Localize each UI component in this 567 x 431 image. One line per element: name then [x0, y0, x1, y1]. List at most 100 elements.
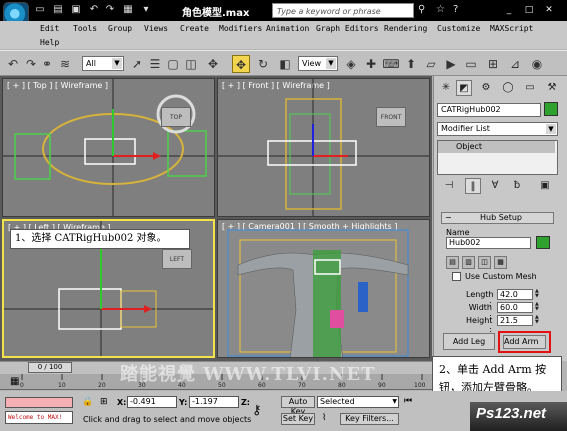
menu-animation[interactable]: Animation: [266, 24, 309, 33]
viewport-front[interactable]: [ + ] [ Front ] [ Wireframe ] FRONT: [217, 78, 430, 217]
y-coordinate-field[interactable]: -1.197: [189, 396, 239, 408]
modify-tab-icon[interactable]: ◩: [456, 80, 472, 96]
height-spinner[interactable]: ▲ ▼: [535, 315, 541, 326]
hold-icon[interactable]: ▦: [122, 4, 134, 16]
modifier-list-dropdown[interactable]: Modifier List ▼: [437, 122, 558, 136]
maximize-button[interactable]: □: [520, 3, 538, 17]
snap-toggle-icon[interactable]: ⬆: [402, 55, 420, 73]
object-name-field[interactable]: CATRigHub002: [437, 103, 541, 117]
configure-sets-icon[interactable]: ▣: [537, 178, 553, 194]
display-tab-icon[interactable]: ▭: [522, 80, 538, 96]
menu-graph-editors[interactable]: Graph Editors: [316, 24, 379, 33]
absolute-mode-icon[interactable]: ⊞: [100, 397, 112, 409]
create-tab-icon[interactable]: ✳: [438, 80, 454, 96]
viewcube-front[interactable]: FRONT: [376, 107, 406, 127]
height-field[interactable]: 21.5: [497, 315, 533, 326]
remove-modifier-icon[interactable]: ƀ: [509, 178, 525, 194]
rectangular-selection-icon[interactable]: ▢: [164, 55, 182, 73]
select-object-icon[interactable]: ➚: [128, 55, 146, 73]
object-color-swatch[interactable]: [544, 102, 558, 116]
menu-help[interactable]: Help: [40, 38, 59, 47]
viewport-camera[interactable]: [ + ] [ Camera001 ] [ Smooth + Highlight…: [217, 219, 430, 358]
set-key-button[interactable]: Set Key: [281, 413, 315, 425]
spinner-snap-icon[interactable]: ▭: [462, 55, 480, 73]
copy-settings-icon[interactable]: ▤: [446, 256, 459, 269]
window-crossing-icon[interactable]: ◫: [182, 55, 200, 73]
x-coordinate-field[interactable]: -0.491: [127, 396, 177, 408]
width-spinner[interactable]: ▲ ▼: [535, 302, 541, 313]
auto-key-button[interactable]: Auto Key: [281, 396, 315, 416]
length-field[interactable]: 42.0: [497, 289, 533, 300]
viewport-top[interactable]: [ + ] [ Top ] [ Wireframe ] TOP: [2, 78, 215, 217]
close-button[interactable]: ✕: [540, 3, 558, 17]
menu-views[interactable]: Views: [144, 24, 168, 33]
undo-toolbar-icon[interactable]: ↶: [4, 55, 22, 73]
add-leg-button[interactable]: Add Leg: [443, 333, 495, 350]
default-tangent-icon[interactable]: ⌇: [322, 413, 336, 425]
maxscript-mini-listener[interactable]: Welcome to MAX!: [5, 411, 73, 424]
menu-edit[interactable]: Edit: [40, 24, 59, 33]
add-arm-button[interactable]: Add Arm: [503, 335, 546, 349]
minimize-button[interactable]: _: [500, 3, 518, 17]
set-key-icon[interactable]: ⚷: [252, 403, 276, 419]
viewport-area: [ + ] [ Top ] [ Wireframe ] TOP [ + ] [ …: [0, 76, 432, 361]
menu-customize[interactable]: Customize: [437, 24, 480, 33]
redo-icon[interactable]: ↷: [104, 4, 116, 16]
viewcube-top[interactable]: TOP: [161, 107, 191, 127]
search-icon[interactable]: ⚲: [418, 3, 432, 17]
paste-mirror-icon[interactable]: ◫: [478, 256, 491, 269]
hub-name-field[interactable]: Hub002: [446, 237, 531, 249]
menu-rendering[interactable]: Rendering: [384, 24, 427, 33]
render-icon[interactable]: ◉: [528, 55, 546, 73]
length-spinner[interactable]: ▲ ▼: [535, 289, 541, 300]
pivot-center-icon[interactable]: ◈: [342, 55, 360, 73]
open-file-icon[interactable]: ▤: [52, 4, 64, 16]
select-manipulate-icon[interactable]: ✚: [362, 55, 380, 73]
save-file-icon[interactable]: ▣: [70, 4, 82, 16]
angle-snap-icon[interactable]: ▱: [422, 55, 440, 73]
menu-maxscript[interactable]: MAXScript: [490, 24, 533, 33]
time-slider-thumb[interactable]: 0 / 100: [28, 362, 72, 373]
hierarchy-tab-icon[interactable]: ⚙: [478, 80, 494, 96]
help-icon[interactable]: ?: [453, 3, 467, 17]
viewcube-left[interactable]: LEFT: [162, 249, 192, 269]
menu-group[interactable]: Group: [108, 24, 132, 33]
project-folder-icon[interactable]: ▾: [140, 4, 152, 16]
rotate-icon[interactable]: ↻: [254, 55, 272, 73]
menu-tools[interactable]: Tools: [73, 24, 97, 33]
maxscript-listener-output[interactable]: [5, 397, 73, 408]
utilities-tab-icon[interactable]: ⚒: [544, 80, 560, 96]
favorites-star-icon[interactable]: ☆: [436, 3, 450, 17]
link-icon[interactable]: ⚭: [38, 55, 56, 73]
load-preset-icon[interactable]: ▦: [494, 256, 507, 269]
motion-tab-icon[interactable]: ◯: [500, 80, 516, 96]
select-by-name-icon[interactable]: ☰: [146, 55, 164, 73]
keyboard-shortcut-icon[interactable]: ⌨: [382, 55, 400, 73]
bind-space-warp-icon[interactable]: ≋: [56, 55, 74, 73]
selection-filter-dropdown[interactable]: All ▼: [82, 56, 124, 71]
reference-coordinate-dropdown[interactable]: View ▼: [298, 56, 338, 71]
align-icon[interactable]: ⊿: [506, 55, 524, 73]
percent-snap-icon[interactable]: ▶: [442, 55, 460, 73]
make-unique-icon[interactable]: ∀: [487, 178, 503, 194]
key-filters-button[interactable]: Key Filters...: [340, 413, 399, 425]
search-input[interactable]: Type a keyword or phrase: [272, 3, 414, 18]
mirror-icon[interactable]: ⊞: [484, 55, 502, 73]
select-and-move-icon[interactable]: ✥: [232, 55, 250, 73]
undo-icon[interactable]: ↶: [88, 4, 100, 16]
stack-item-object[interactable]: Object: [438, 141, 555, 153]
scale-icon[interactable]: ◧: [276, 55, 294, 73]
hub-color-swatch[interactable]: [536, 236, 550, 249]
use-custom-mesh-checkbox[interactable]: [452, 272, 461, 281]
paste-settings-icon[interactable]: ▥: [462, 256, 475, 269]
show-end-result-icon[interactable]: ‖: [465, 178, 481, 194]
hub-setup-rollout[interactable]: − Hub Setup: [441, 212, 554, 224]
lock-selection-icon[interactable]: 🔒: [82, 397, 94, 409]
go-to-start-icon[interactable]: ⏮: [404, 396, 418, 408]
key-filter-selection-dropdown[interactable]: Selected ▼: [317, 396, 399, 408]
menu-modifiers[interactable]: Modifiers: [219, 24, 262, 33]
pin-stack-icon[interactable]: ⊣: [441, 178, 457, 194]
new-file-icon[interactable]: ▭: [34, 4, 46, 16]
menu-create[interactable]: Create: [180, 24, 209, 33]
width-field[interactable]: 60.0: [497, 302, 533, 313]
